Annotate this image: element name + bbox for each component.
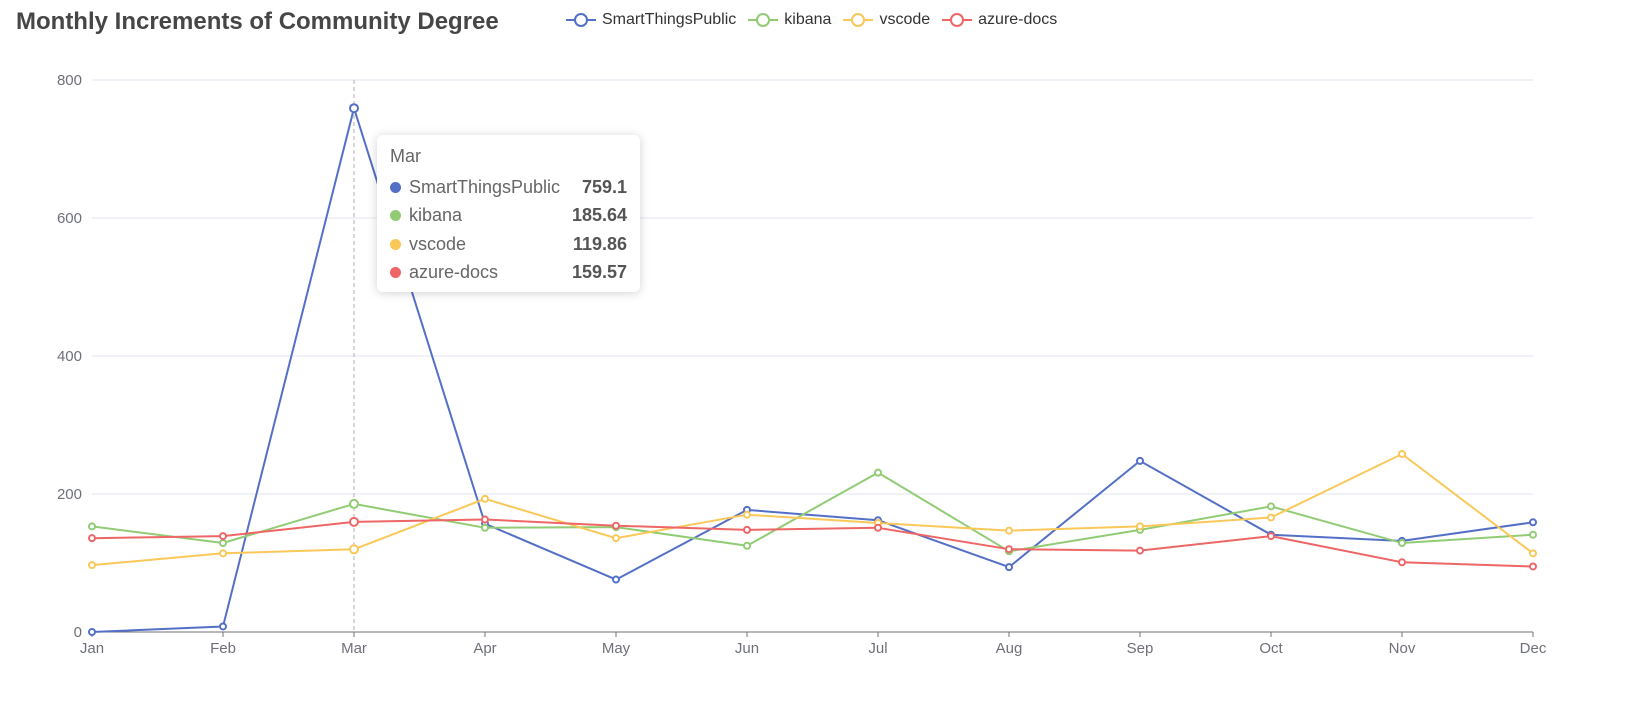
tooltip-series-value: 185.64: [571, 205, 627, 226]
data-point: [219, 549, 227, 558]
x-tick-label: Jan: [80, 640, 104, 657]
data-point: [219, 532, 227, 541]
data-point: [1136, 546, 1144, 555]
tooltip-series-name: azure-docs: [409, 262, 499, 283]
data-point: [481, 523, 489, 532]
data-point: [88, 534, 96, 543]
data-point: [1005, 545, 1013, 554]
tooltip-row: vscode 119.86: [390, 230, 627, 259]
data-point: [743, 510, 751, 519]
data-point: [1267, 513, 1275, 522]
data-point: [1398, 558, 1406, 567]
tooltip-series-dot: [390, 181, 401, 193]
tooltip-series-value: 759.1: [581, 176, 627, 197]
data-point: [874, 468, 882, 477]
x-tick-label: Oct: [1259, 640, 1283, 657]
tooltip: Mar SmartThingsPublic 759.1 kibana 185.64 vs…: [377, 135, 640, 292]
data-point: [1267, 532, 1275, 541]
data-point: [349, 544, 359, 555]
series-line-azure-docs: [91, 518, 1534, 568]
y-tick-label: 200: [57, 486, 82, 503]
data-point: [1398, 449, 1406, 458]
data-point: [1136, 522, 1144, 531]
data-point: [349, 498, 359, 509]
data-point: [88, 522, 96, 531]
data-point: [1529, 530, 1537, 539]
tooltip-series-dot: [390, 210, 401, 222]
tooltip-series-name: SmartThingsPublic: [409, 176, 561, 197]
tooltip-category: Mar: [390, 146, 421, 166]
tooltip-series-value: 119.86: [572, 233, 627, 254]
data-point: [1136, 456, 1144, 465]
tooltip-series-name: vscode: [409, 233, 467, 254]
data-point: [1005, 563, 1013, 572]
data-point: [349, 103, 359, 114]
data-point: [219, 538, 227, 547]
x-tick-label: Apr: [473, 640, 496, 657]
data-point: [612, 521, 620, 530]
x-tick-label: Feb: [210, 640, 236, 657]
data-point: [1529, 549, 1537, 558]
data-point: [88, 628, 96, 636]
data-point: [743, 525, 751, 534]
x-tick-label: Aug: [996, 640, 1023, 657]
data-point: [1005, 526, 1013, 535]
data-point: [481, 515, 489, 524]
x-tick-label: Nov: [1389, 640, 1416, 657]
tooltip-rows: SmartThingsPublic 759.1 kibana 185.64 vscode…: [390, 173, 627, 287]
series-line-kibana: [91, 471, 1534, 553]
tooltip-row: SmartThingsPublic 759.1: [390, 173, 627, 202]
data-point: [88, 561, 96, 570]
tooltip-row: azure-docs 159.57: [390, 259, 627, 288]
data-point: [1398, 538, 1406, 547]
tooltip-series-dot: [390, 267, 401, 279]
data-point: [743, 541, 751, 550]
data-point: [612, 575, 620, 584]
x-tick-label: Sep: [1127, 640, 1154, 657]
data-point: [874, 523, 882, 532]
y-tick-label: 800: [57, 72, 82, 89]
data-point: [219, 622, 227, 631]
y-tick-label: 0: [74, 624, 82, 641]
tooltip-row: kibana 185.64: [390, 202, 627, 231]
data-point: [481, 494, 489, 503]
data-point: [1529, 518, 1537, 527]
data-point: [1267, 502, 1275, 511]
x-tick-label: Jun: [735, 640, 759, 657]
data-point: [349, 516, 359, 527]
y-tick-label: 400: [57, 348, 82, 365]
data-point: [612, 534, 620, 543]
x-tick-label: Jul: [868, 640, 887, 657]
series-line-SmartThingsPublic: [91, 107, 1534, 633]
data-point: [1529, 562, 1537, 571]
x-tick-label: Dec: [1520, 640, 1547, 657]
tooltip-series-value: 159.57: [571, 262, 627, 283]
line-chart: 0 200 400 600 800 Jan Feb Mar Apr May Jun Jul Aug Sep…: [57, 72, 1547, 657]
tooltip-series-dot: [390, 238, 401, 250]
y-tick-label: 600: [57, 210, 82, 227]
x-tick-label: May: [602, 640, 631, 657]
tooltip-series-name: kibana: [409, 205, 463, 226]
x-tick-label: Mar: [341, 640, 367, 657]
